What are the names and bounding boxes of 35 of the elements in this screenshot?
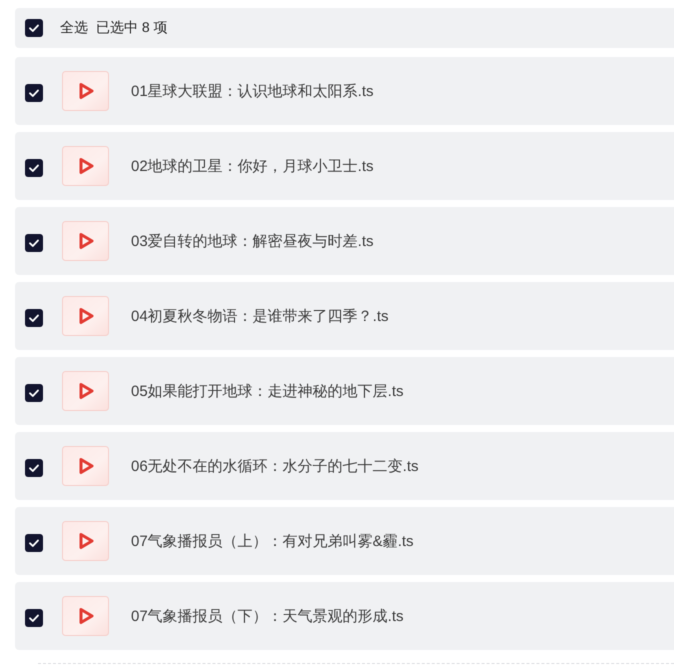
file-name: 06无处不在的水循环：水分子的七十二变.ts <box>131 456 419 476</box>
video-play-icon <box>62 71 109 111</box>
file-checkbox[interactable] <box>25 234 43 252</box>
file-checkbox[interactable] <box>25 84 43 102</box>
file-row[interactable]: 04初夏秋冬物语：是谁带来了四季？.ts <box>15 282 674 350</box>
file-name: 02地球的卫星：你好，月球小卫士.ts <box>131 156 374 176</box>
video-play-icon <box>62 446 109 486</box>
file-checkbox[interactable] <box>25 309 43 327</box>
video-play-icon <box>62 521 109 561</box>
file-name: 03爱自转的地球：解密昼夜与时差.ts <box>131 232 374 250</box>
file-checkbox[interactable] <box>25 459 43 477</box>
select-all-label: 全选 <box>60 19 88 37</box>
file-name: 07气象播报员（下）：天气景观的形成.ts <box>131 606 404 626</box>
file-name: 07气象播报员（上）：有对兄弟叫雾&霾.ts <box>131 532 414 550</box>
file-row[interactable]: 02地球的卫星：你好，月球小卫士.ts <box>15 132 674 200</box>
file-checkbox[interactable] <box>25 159 43 177</box>
file-checkbox[interactable] <box>25 609 43 627</box>
file-name: 04初夏秋冬物语：是谁带来了四季？.ts <box>131 306 389 326</box>
video-play-icon <box>62 296 109 336</box>
video-play-icon <box>62 146 109 186</box>
file-row[interactable]: 06无处不在的水循环：水分子的七十二变.ts <box>15 432 674 500</box>
file-name: 05如果能打开地球：走进神秘的地下层.ts <box>131 382 404 400</box>
video-play-icon <box>62 221 109 261</box>
file-row[interactable]: 05如果能打开地球：走进神秘的地下层.ts <box>15 357 674 425</box>
select-all-checkbox[interactable] <box>25 19 43 37</box>
file-row[interactable]: 07气象播报员（下）：天气景观的形成.ts <box>15 582 674 650</box>
video-play-icon <box>62 371 109 411</box>
file-row[interactable]: 01星球大联盟：认识地球和太阳系.ts <box>15 57 674 125</box>
file-row[interactable]: 07气象播报员（上）：有对兄弟叫雾&霾.ts <box>15 507 674 575</box>
file-name: 01星球大联盟：认识地球和太阳系.ts <box>131 82 374 100</box>
file-checkbox[interactable] <box>25 534 43 552</box>
file-row[interactable]: 03爱自转的地球：解密昼夜与时差.ts <box>15 207 674 275</box>
file-checkbox[interactable] <box>25 384 43 402</box>
video-play-icon <box>62 596 109 636</box>
selected-count: 已选中 8 项 <box>96 19 168 37</box>
